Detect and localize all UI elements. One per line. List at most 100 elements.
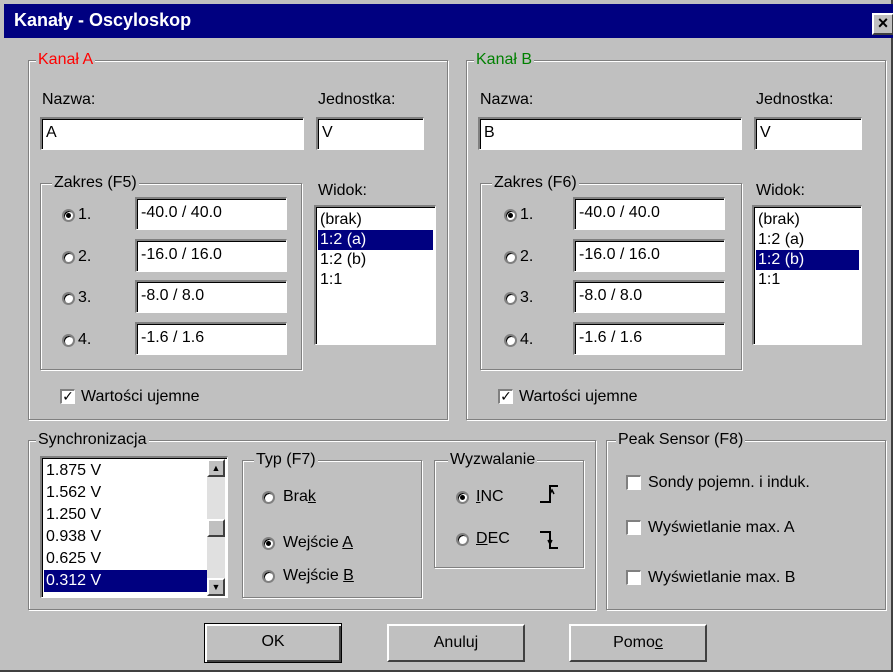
channel-a-range-2-radio[interactable] [62,251,75,264]
peak-sensor-label: Peak Sensor (F8) [616,431,746,449]
label-text: Wejście [283,567,344,584]
sync-level-list[interactable]: 1.875 V 1.562 V 1.250 V 0.938 V 0.625 V 0.312… [40,456,228,598]
channel-a-range-3-field[interactable]: -8.0 / 8.0 [135,280,287,313]
channel-a-range-1-radio[interactable] [62,209,75,222]
channel-a-view-item[interactable]: 1:2 (b) [318,250,433,270]
channel-a-view-item[interactable]: 1:1 [318,270,433,290]
channel-a-view-item[interactable]: 1:2 (a) [318,230,433,250]
sync-level-scrollbar[interactable]: ▲ ▼ [207,459,225,596]
channel-a-range-label: Zakres (F5) [52,174,139,192]
channel-b-range-4-radio[interactable] [504,334,517,347]
sync-type-1-label: Brak [283,487,316,507]
label-text: EC [487,530,510,547]
peak-option-2-checkbox[interactable] [626,520,641,535]
channel-a-view-label: Widok: [318,182,367,199]
channel-b-range-3-label: 3. [520,289,534,306]
sync-level-item[interactable]: 0.938 V [44,526,207,548]
channel-a-range-4-label: 4. [78,331,92,348]
sync-type-2-label: Wejście A [283,533,353,553]
channel-a-range-2-field[interactable]: -16.0 / 16.0 [135,239,287,272]
channel-b-view-item[interactable]: 1:1 [756,270,859,290]
channel-a-view-list[interactable]: (brak) 1:2 (a) 1:2 (b) 1:1 [314,205,436,345]
sync-level-item[interactable]: 0.625 V [44,548,207,570]
window-title: Kanały - Oscyloskop [14,10,192,30]
ok-button[interactable]: OK [204,623,342,663]
scroll-down-icon[interactable]: ▼ [207,578,225,596]
channel-b-range-2-radio[interactable] [504,251,517,264]
label-accesskey: A [342,534,353,551]
close-button[interactable]: × [872,13,893,35]
channel-a-view-item[interactable]: (brak) [318,210,433,230]
help-button-accesskey: c [654,634,663,651]
channel-a-negative-label: Wartości ujemne [81,388,200,405]
channel-b-range-1-field[interactable]: -40.0 / 40.0 [573,197,725,230]
sync-type-label: Typ (F7) [254,451,318,469]
channel-b-view-label: Widok: [756,182,805,199]
peak-option-3-label: Wyświetlanie max. B [648,569,796,586]
channel-b-view-item[interactable]: 1:2 (a) [756,230,859,250]
label-accesskey: D [476,530,488,547]
sync-type-3-label: Wejście B [283,566,354,586]
help-button-label: Pomo [613,634,655,651]
label-text: Bra [283,488,308,505]
channel-b-negative-label: Wartości ujemne [519,388,638,405]
peak-option-1-checkbox[interactable] [626,475,641,490]
channel-b-negative-checkbox[interactable]: ✓ [498,389,513,404]
label-text: Wejście [283,534,343,551]
channel-b-range-1-radio[interactable] [504,209,517,222]
channel-b-range-2-label: 2. [520,248,534,265]
scroll-thumb[interactable] [207,519,225,537]
channel-a-negative-checkbox[interactable]: ✓ [60,389,75,404]
trigger-2-label: DEC [476,529,510,549]
sync-label: Synchronizacja [36,431,149,449]
check-mark-icon: ✓ [62,388,74,404]
trigger-1-radio[interactable] [456,491,469,504]
channel-a-label: Kanał A [36,51,96,69]
channel-b-name-label: Nazwa: [480,91,534,108]
channel-b-view-item[interactable]: (brak) [756,210,859,230]
channel-b-range-4-field[interactable]: -1.6 / 1.6 [573,322,725,355]
sync-level-item[interactable]: 1.250 V [44,504,207,526]
channel-b-name-field[interactable]: B [478,117,742,150]
cancel-button[interactable]: Anuluj [387,624,525,662]
sync-type-2-radio[interactable] [262,537,275,550]
channel-a-name-label: Nazwa: [42,91,96,108]
channel-a-name-field[interactable]: A [40,117,304,150]
trigger-2-radio[interactable] [456,533,469,546]
channel-a-range-1-field[interactable]: -40.0 / 40.0 [135,197,287,230]
sync-level-item[interactable]: 1.562 V [44,482,207,504]
peak-option-2-label: Wyświetlanie max. A [648,519,795,536]
sync-level-item[interactable]: 0.312 V [44,570,207,592]
scroll-up-icon[interactable]: ▲ [207,459,225,477]
channel-b-range-label: Zakres (F6) [492,174,579,192]
channel-b-range-3-radio[interactable] [504,292,517,305]
channel-b-unit-field[interactable]: V [754,117,862,150]
channel-a-range-1-label: 1. [78,206,92,223]
channel-b-range-3-field[interactable]: -8.0 / 8.0 [573,280,725,313]
channel-a-range-3-radio[interactable] [62,292,75,305]
peak-option-3-checkbox[interactable] [626,570,641,585]
channel-a-unit-field[interactable]: V [316,117,424,150]
channel-a-unit-label: Jednostka: [318,91,396,108]
peak-option-1-label: Sondy pojemn. i induk. [648,474,810,491]
sync-type-3-radio[interactable] [262,570,275,583]
rising-edge-icon [540,485,558,503]
channel-b-range-2-field[interactable]: -16.0 / 16.0 [573,239,725,272]
sync-type-1-radio[interactable] [262,491,275,504]
label-accesskey: k [307,488,316,505]
channel-b-view-list[interactable]: (brak) 1:2 (a) 1:2 (b) 1:1 [752,205,862,345]
check-mark-icon: ✓ [500,388,512,404]
falling-edge-icon [540,531,558,549]
channel-a-range-4-field[interactable]: -1.6 / 1.6 [135,322,287,355]
label-text: NC [480,488,504,505]
title-bar[interactable]: Kanały - Oscyloskop × [4,4,893,38]
help-button[interactable]: Pomoc [569,624,707,662]
channel-b-label: Kanał B [474,51,535,69]
channel-b-unit-label: Jednostka: [756,91,834,108]
sync-level-item[interactable]: 1.875 V [44,460,207,482]
channel-a-range-3-label: 3. [78,289,92,306]
channel-b-view-item[interactable]: 1:2 (b) [756,250,859,270]
trigger-1-label: INC [476,487,504,507]
channel-a-range-4-radio[interactable] [62,334,75,347]
channel-b-range-1-label: 1. [520,206,534,223]
